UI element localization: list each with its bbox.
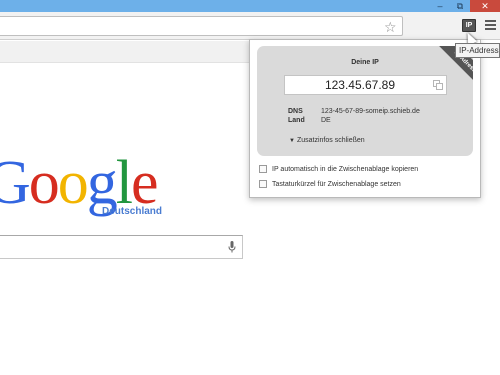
microphone-icon[interactable] (228, 241, 236, 253)
dns-label: DNS (288, 108, 303, 115)
ip-value: 123.45.67.89 (324, 78, 396, 92)
address-bar[interactable]: ☆ (0, 16, 403, 36)
logo-letter: e (131, 149, 158, 217)
bookmarks-strip (0, 41, 250, 63)
minimize-button[interactable]: – (432, 0, 448, 12)
search-input[interactable] (0, 235, 243, 259)
country-label: Land (288, 117, 305, 124)
google-logo: Google (0, 149, 159, 217)
ip-value-box: 123.45.67.89 (284, 75, 447, 95)
ip-info-card: IP-Adresse Deine IP 123.45.67.89 DNS 123… (257, 46, 473, 156)
logo-letter: o (28, 149, 60, 217)
option-shortcut[interactable]: Tastaturkürzel für Zwischenablage setzen (259, 179, 401, 189)
dns-value: 123-45-67-89-someip.schieb.de (321, 108, 420, 115)
country-value: DE (321, 117, 331, 124)
logo-letter: l (115, 149, 133, 217)
ip-extension-button[interactable]: IP (462, 19, 476, 32)
logo-letter: o (57, 149, 89, 217)
extension-tooltip: IP-Address (455, 43, 500, 58)
chevron-down-icon: ▼ (289, 138, 295, 144)
bookmark-star-icon[interactable]: ☆ (384, 19, 397, 35)
close-button[interactable]: ✕ (470, 0, 500, 12)
shortcut-label: Tastaturkürzel für Zwischenablage setzen (272, 180, 401, 188)
google-logo-subtitle: Deutschland (102, 206, 163, 217)
auto-copy-checkbox[interactable] (259, 165, 267, 173)
title-bar: – ⧉ ✕ (0, 0, 500, 12)
copy-icon[interactable] (433, 80, 443, 90)
shortcut-checkbox[interactable] (259, 180, 267, 188)
ip-address-popup: IP-Adresse Deine IP 123.45.67.89 DNS 123… (249, 39, 481, 198)
browser-toolbar: ☆ IP (0, 12, 500, 40)
toggle-extra-info-label: Zusatzinfos schließen (296, 137, 365, 144)
logo-letter: G (0, 149, 31, 217)
toggle-extra-info-link[interactable]: ▼ Zusatzinfos schließen (289, 137, 365, 144)
restore-button[interactable]: ⧉ (452, 0, 468, 12)
chrome-menu-icon[interactable] (485, 20, 496, 30)
logo-letter: g (86, 149, 118, 217)
auto-copy-label: IP automatisch in die Zwischenablage kop… (272, 165, 419, 173)
ip-title: Deine IP (351, 59, 379, 66)
browser-window: – ⧉ ✕ ☆ IP Google Deutschland IP-Adresse… (0, 0, 500, 375)
option-auto-copy[interactable]: IP automatisch in die Zwischenablage kop… (259, 164, 418, 174)
